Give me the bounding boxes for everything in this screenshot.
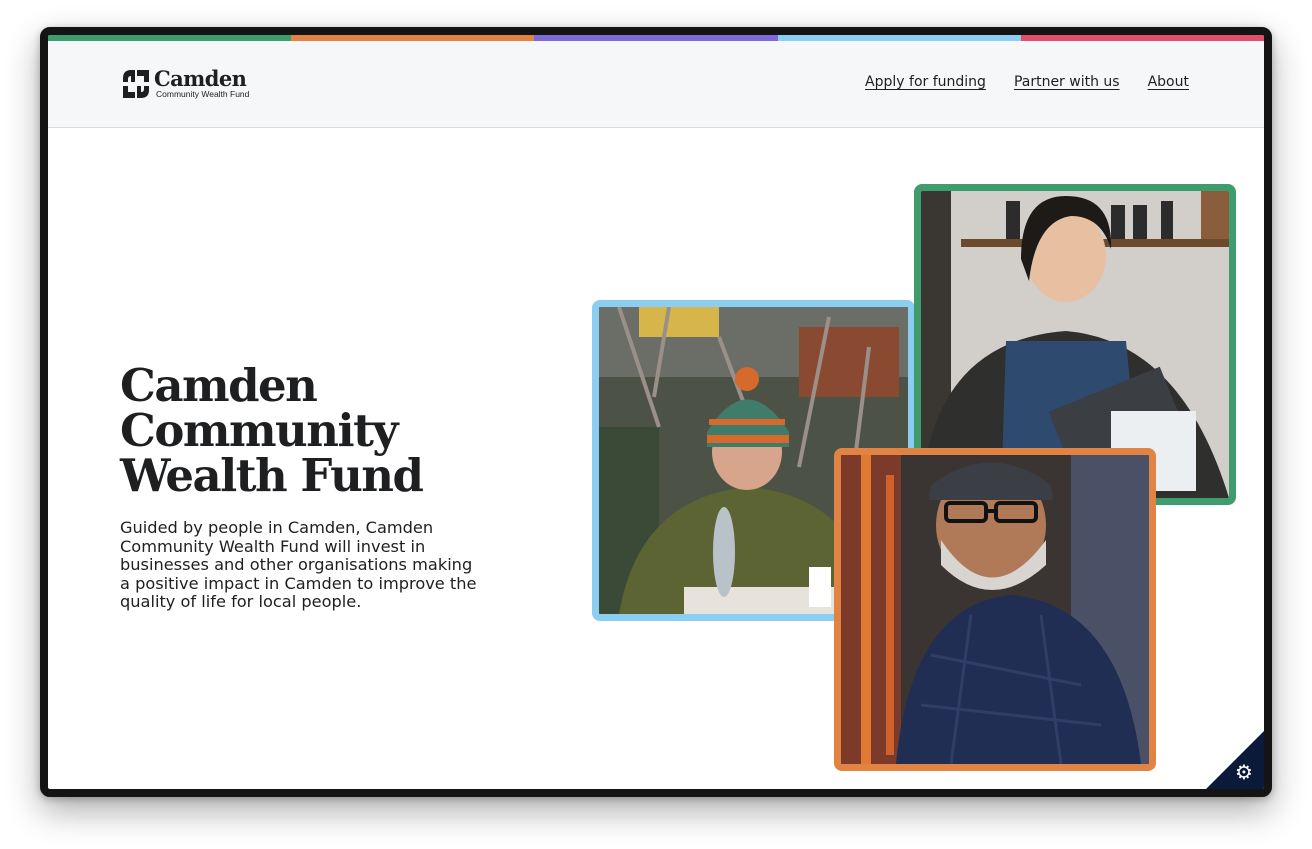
logo-subtitle: Community Wealth Fund (156, 89, 250, 99)
main-nav: Apply for funding Partner with us About (837, 74, 1189, 90)
logo-mark-icon (123, 70, 149, 98)
site-logo[interactable]: Camden Community Wealth Fund (122, 66, 250, 99)
hero-title-line: Wealth Fund (120, 449, 424, 502)
nav-partner-with-us[interactable]: Partner with us (1014, 74, 1120, 90)
logo-name: Camden (154, 66, 247, 91)
hero-title-line: Camden (120, 359, 318, 412)
hero-description: Guided by people in Camden, Camden Commu… (120, 518, 477, 612)
gear-icon[interactable]: ⚙ (1233, 761, 1255, 783)
nav-apply-for-funding[interactable]: Apply for funding (865, 74, 986, 90)
hero-title: Camden Community Wealth Fund (120, 359, 424, 502)
site-header: Camden Community Wealth Fund Apply for f… (48, 41, 1264, 128)
settings-corner: ⚙ (1206, 731, 1264, 789)
photo-man-with-cap (834, 448, 1156, 771)
browser-window: Camden Community Wealth Fund Apply for f… (40, 27, 1272, 797)
person-photo-icon (841, 455, 1149, 764)
nav-about[interactable]: About (1148, 74, 1189, 90)
hero-title-line: Community (120, 404, 399, 457)
